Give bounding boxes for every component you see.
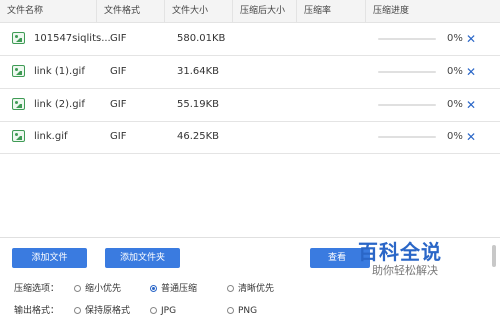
compress-options-row: 压缩选项： 缩小优先 普通压缩 清晰优先 (0, 280, 500, 298)
progress-percent: 0% (447, 33, 463, 44)
radio-png-label[interactable]: PNG (238, 302, 257, 320)
compress-options-label: 压缩选项： (14, 284, 60, 294)
file-name: 101547siqlits... (34, 33, 111, 44)
column-header-ratio[interactable]: 压缩率 (297, 0, 366, 22)
table-row[interactable]: link.gif GIF 46.25KB 0% ✕ (0, 121, 500, 154)
progress-percent: 0% (447, 131, 463, 142)
radio-clarity-first[interactable] (227, 285, 234, 292)
add-folder-button[interactable]: 添加文件夹 (105, 248, 180, 268)
scrollbar[interactable] (492, 245, 496, 267)
radio-normal-compress[interactable] (150, 285, 157, 292)
file-table-header: 文件名称 文件格式 文件大小 压缩后大小 压缩率 压缩进度 (0, 0, 500, 23)
file-name: link.gif (34, 131, 68, 142)
close-icon[interactable]: ✕ (466, 121, 476, 153)
radio-clarity-first-label[interactable]: 清晰优先 (238, 280, 274, 298)
progress-percent: 0% (447, 99, 463, 110)
column-header-format[interactable]: 文件格式 (97, 0, 165, 22)
column-header-compressed-size[interactable]: 压缩后大小 (233, 0, 297, 22)
table-row[interactable]: 101547siqlits... GIF 580.01KB 0% ✕ (0, 23, 500, 56)
image-file-icon (12, 65, 25, 77)
file-format: GIF (110, 99, 127, 110)
file-name: link (2).gif (34, 99, 85, 110)
file-format: GIF (110, 33, 127, 44)
radio-jpg-label[interactable]: JPG (161, 302, 176, 320)
close-icon[interactable]: ✕ (466, 23, 476, 55)
progress-percent: 0% (447, 66, 463, 77)
output-format-row: 输出格式： 保持原格式 JPG PNG (0, 302, 500, 320)
progress-bar (378, 71, 436, 73)
watermark-subtitle: 助你轻松解决 (372, 264, 438, 277)
add-file-button[interactable]: 添加文件 (12, 248, 87, 268)
table-row[interactable]: link (1).gif GIF 31.64KB 0% ✕ (0, 56, 500, 89)
close-icon[interactable]: ✕ (466, 89, 476, 121)
progress-bar (378, 38, 436, 40)
column-header-progress[interactable]: 压缩进度 (366, 0, 500, 22)
table-row[interactable]: link (2).gif GIF 55.19KB 0% ✕ (0, 89, 500, 122)
progress-bar (378, 136, 436, 138)
radio-small-first-label[interactable]: 缩小优先 (85, 280, 121, 298)
file-size: 55.19KB (177, 99, 220, 110)
output-format-label: 输出格式： (14, 306, 60, 316)
image-file-icon (12, 32, 25, 44)
close-icon[interactable]: ✕ (466, 56, 476, 88)
column-header-size[interactable]: 文件大小 (165, 0, 233, 22)
column-header-name[interactable]: 文件名称 (0, 0, 97, 22)
file-size: 31.64KB (177, 66, 220, 77)
file-size: 46.25KB (177, 131, 220, 142)
file-name: link (1).gif (34, 66, 85, 77)
file-format: GIF (110, 66, 127, 77)
image-file-icon (12, 130, 25, 142)
file-format: GIF (110, 131, 127, 142)
watermark: 百科全说 助你轻松解决 (350, 236, 470, 280)
image-file-icon (12, 98, 25, 110)
file-size: 580.01KB (177, 33, 226, 44)
radio-normal-compress-label[interactable]: 普通压缩 (161, 280, 197, 298)
watermark-title: 百科全说 (358, 240, 442, 264)
progress-bar (378, 104, 436, 106)
radio-keep-format-label[interactable]: 保持原格式 (85, 302, 130, 320)
radio-small-first[interactable] (74, 285, 81, 292)
